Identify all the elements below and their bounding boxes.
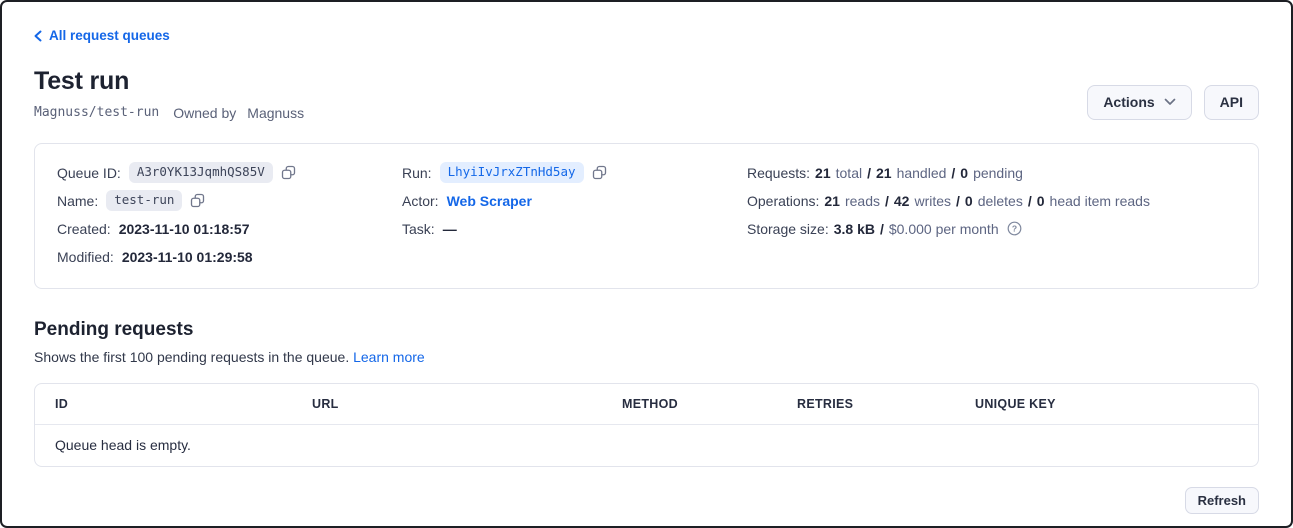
run-id-link[interactable]: LhyiIvJrxZTnHd5ay — [440, 162, 584, 183]
requests-row: Requests: 21 total / 21 handled / 0 pend… — [747, 159, 1236, 187]
storage-label: Storage size: — [747, 221, 829, 237]
requests-pending-value: 0 — [960, 165, 968, 181]
queue-overview-card: Queue ID: A3r0YK13JqmhQS85V Name: test-r… — [34, 143, 1259, 289]
requests-total-value: 21 — [815, 165, 831, 181]
table-empty-message: Queue head is empty. — [35, 425, 1258, 466]
modified-value: 2023-11-10 01:29:58 — [122, 249, 253, 265]
column-header-method: METHOD — [602, 397, 777, 411]
requests-handled-unit: handled — [897, 165, 947, 181]
copy-icon — [281, 165, 296, 180]
copy-run-id-button[interactable] — [592, 165, 607, 180]
requests-total-unit: total — [836, 165, 862, 181]
run-row: Run: LhyiIvJrxZTnHd5ay — [402, 159, 747, 187]
storage-help-button[interactable]: ? — [1007, 221, 1022, 236]
storage-size-value: 3.8 kB — [834, 221, 875, 237]
page-subtitle: Magnuss/test-run Owned by Magnuss — [34, 105, 304, 121]
actions-button-label: Actions — [1103, 94, 1154, 110]
app-window: All request queues Test run Magnuss/test… — [0, 0, 1293, 528]
page-header: Test run Magnuss/test-run Owned by Magnu… — [34, 67, 1259, 121]
requests-handled-value: 21 — [876, 165, 892, 181]
storage-cost-value: $0.000 per month — [889, 221, 999, 237]
separator: / — [867, 165, 871, 181]
api-button[interactable]: API — [1204, 85, 1259, 120]
modified-row: Modified: 2023-11-10 01:29:58 — [57, 243, 402, 271]
help-icon: ? — [1007, 221, 1022, 236]
created-row: Created: 2023-11-10 01:18:57 — [57, 215, 402, 243]
name-value: test-run — [106, 190, 182, 211]
separator: / — [880, 221, 884, 237]
operations-reads-value: 21 — [824, 193, 840, 209]
storage-row: Storage size: 3.8 kB / $0.000 per month … — [747, 215, 1236, 243]
run-label: Run: — [402, 165, 432, 181]
pending-requests-description-text: Shows the first 100 pending requests in … — [34, 349, 349, 365]
breadcrumb-label: All request queues — [49, 28, 170, 43]
svg-text:?: ? — [1011, 224, 1016, 234]
modified-label: Modified: — [57, 249, 114, 265]
api-button-label: API — [1220, 94, 1243, 110]
requests-label: Requests: — [747, 165, 810, 181]
created-value: 2023-11-10 01:18:57 — [119, 221, 250, 237]
separator: / — [956, 193, 960, 209]
pending-requests-table: ID URL METHOD RETRIES UNIQUE KEY Queue h… — [34, 383, 1259, 467]
pending-requests-description: Shows the first 100 pending requests in … — [34, 349, 1259, 365]
owner-name: Magnuss — [247, 105, 304, 121]
owned-by-label: Owned by — [173, 105, 236, 121]
column-header-unique-key: UNIQUE KEY — [955, 397, 1258, 411]
queue-id-label: Queue ID: — [57, 165, 121, 181]
actor-label: Actor: — [402, 193, 439, 209]
separator: / — [885, 193, 889, 209]
operations-row: Operations: 21 reads / 42 writes / 0 del… — [747, 187, 1236, 215]
breadcrumb[interactable]: All request queues — [34, 28, 170, 43]
operations-deletes-value: 0 — [965, 193, 973, 209]
operations-head-reads-value: 0 — [1037, 193, 1045, 209]
copy-name-button[interactable] — [190, 193, 205, 208]
task-row: Task: — — [402, 215, 747, 243]
operations-label: Operations: — [747, 193, 819, 209]
chevron-down-icon — [1164, 98, 1176, 106]
task-value: — — [443, 221, 457, 237]
actor-link[interactable]: Web Scraper — [447, 193, 532, 209]
table-header-row: ID URL METHOD RETRIES UNIQUE KEY — [35, 384, 1258, 425]
pending-requests-heading: Pending requests — [34, 319, 1259, 341]
actions-button[interactable]: Actions — [1087, 85, 1191, 120]
queue-id-value: A3r0YK13JqmhQS85V — [129, 162, 273, 183]
operations-writes-unit: writes — [914, 193, 951, 209]
chevron-left-icon — [34, 30, 42, 42]
name-row: Name: test-run — [57, 187, 402, 215]
queue-id-row: Queue ID: A3r0YK13JqmhQS85V — [57, 159, 402, 187]
column-header-id: ID — [35, 397, 292, 411]
refresh-button-label: Refresh — [1198, 493, 1246, 508]
operations-deletes-unit: deletes — [978, 193, 1023, 209]
operations-writes-value: 42 — [894, 193, 910, 209]
copy-icon — [592, 165, 607, 180]
name-label: Name: — [57, 193, 98, 209]
learn-more-link[interactable]: Learn more — [353, 349, 425, 365]
copy-icon — [190, 193, 205, 208]
column-header-retries: RETRIES — [777, 397, 955, 411]
task-label: Task: — [402, 221, 435, 237]
requests-pending-unit: pending — [973, 165, 1023, 181]
operations-head-reads-unit: head item reads — [1050, 193, 1150, 209]
created-label: Created: — [57, 221, 111, 237]
separator: / — [1028, 193, 1032, 209]
actor-row: Actor: Web Scraper — [402, 187, 747, 215]
queue-path: Magnuss/test-run — [34, 105, 159, 120]
operations-reads-unit: reads — [845, 193, 880, 209]
column-header-url: URL — [292, 397, 602, 411]
separator: / — [951, 165, 955, 181]
refresh-button[interactable]: Refresh — [1185, 487, 1259, 514]
page-title: Test run — [34, 67, 304, 96]
copy-queue-id-button[interactable] — [281, 165, 296, 180]
